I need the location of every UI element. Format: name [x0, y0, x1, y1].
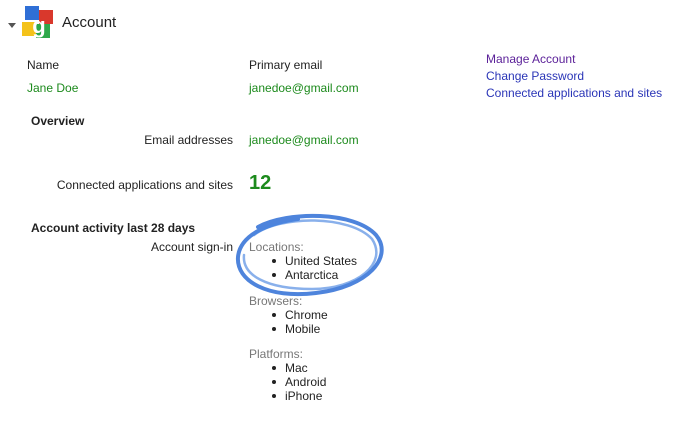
- platforms-block: Platforms: Mac Android iPhone: [249, 347, 326, 403]
- primary-email-label: Primary email: [249, 58, 323, 72]
- list-item: Android: [249, 375, 326, 389]
- connected-apps-link[interactable]: Connected applications and sites: [486, 86, 662, 100]
- browsers-block: Browsers: Chrome Mobile: [249, 294, 328, 336]
- account-signin-label: Account sign-in: [150, 240, 233, 254]
- browsers-label: Browsers:: [249, 294, 303, 308]
- connected-apps-count: 12: [249, 172, 272, 194]
- primary-email-value: janedoe@gmail.com: [249, 81, 359, 95]
- list-item: Chrome: [249, 308, 328, 322]
- platforms-label: Platforms:: [249, 347, 304, 361]
- list-item: Mobile: [249, 322, 328, 336]
- locations-block: Locations: United States Antarctica: [249, 240, 357, 282]
- page-title: Account: [62, 14, 117, 31]
- connected-apps-label: Connected applications and sites: [56, 178, 233, 192]
- svg-text:g: g: [32, 13, 45, 38]
- activity-heading: Account activity last 28 days: [31, 221, 196, 235]
- name-value: Jane Doe: [27, 81, 79, 95]
- locations-label: Locations:: [249, 240, 304, 254]
- list-item: Mac: [249, 361, 326, 375]
- google-logo-icon: g: [22, 6, 56, 43]
- name-label: Name: [27, 58, 60, 72]
- manage-account-link[interactable]: Manage Account: [486, 52, 575, 66]
- email-addresses-label: Email addresses: [144, 133, 233, 147]
- email-addresses-value: janedoe@gmail.com: [249, 133, 359, 147]
- overview-heading: Overview: [31, 114, 85, 128]
- list-item: iPhone: [249, 389, 326, 403]
- locations-list: United States Antarctica: [249, 254, 357, 282]
- list-item: Antarctica: [249, 268, 357, 282]
- change-password-link[interactable]: Change Password: [486, 69, 584, 83]
- collapse-arrow-icon[interactable]: [8, 18, 16, 32]
- platforms-list: Mac Android iPhone: [249, 361, 326, 403]
- list-item: United States: [249, 254, 357, 268]
- browsers-list: Chrome Mobile: [249, 308, 328, 336]
